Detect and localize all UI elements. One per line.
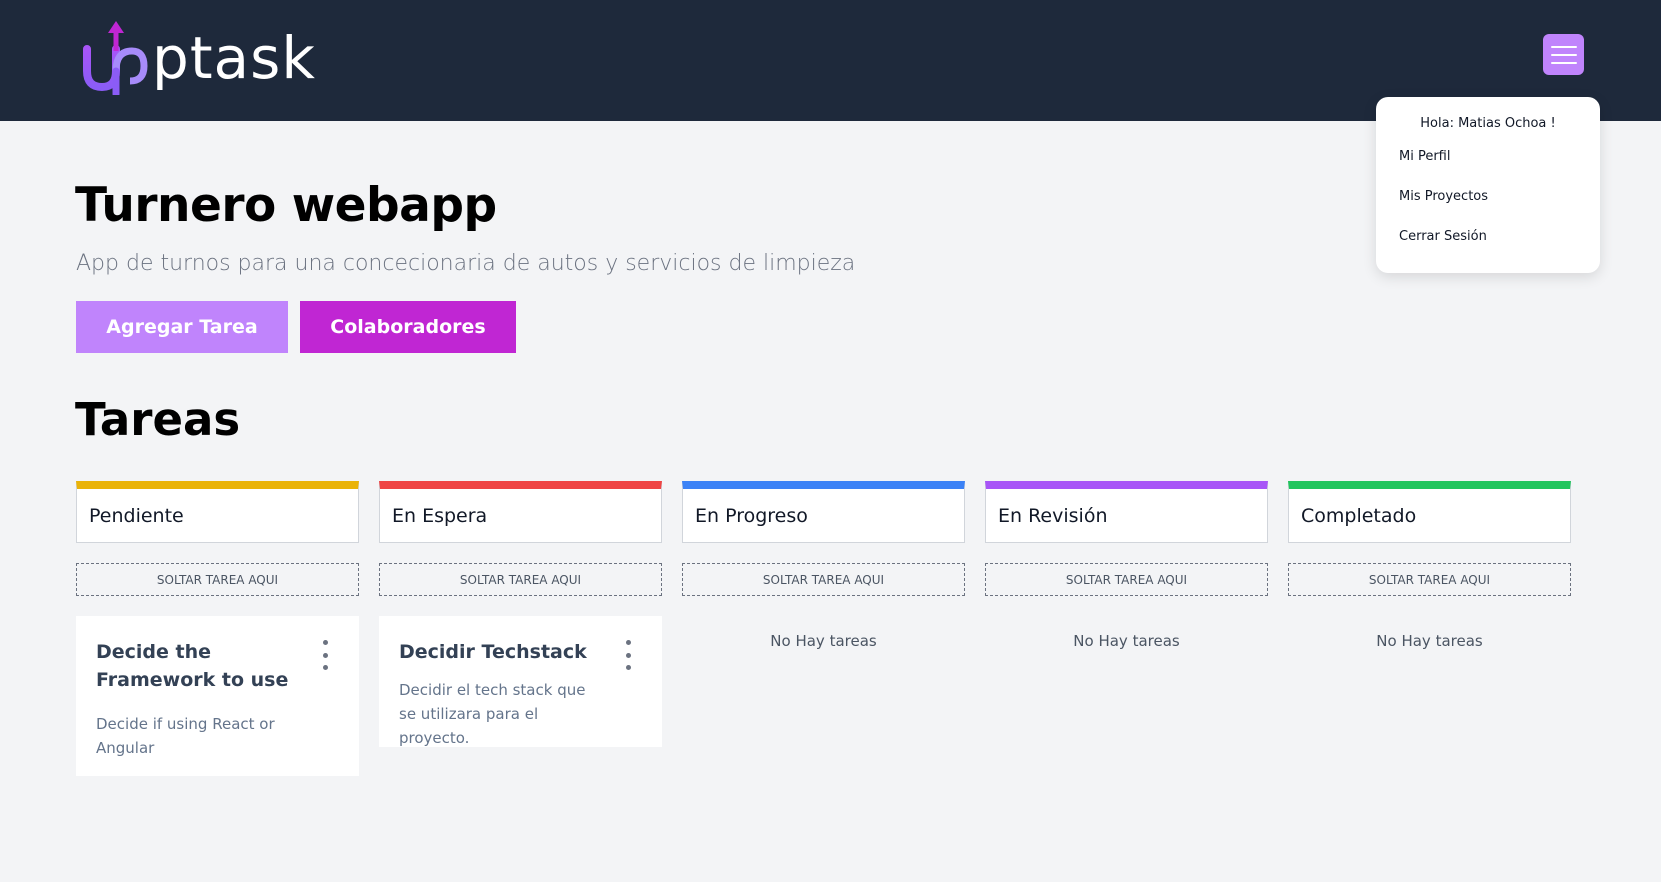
menu-button[interactable] <box>1543 34 1584 75</box>
menu-item-profile[interactable]: Mi Perfil <box>1399 149 1450 164</box>
task-name: Decidir Techstack <box>399 641 587 663</box>
hamburger-icon-line <box>1550 53 1577 56</box>
hamburger-icon-line <box>1550 45 1577 48</box>
task-description: Decidir el tech stack que se utilizara p… <box>399 681 586 747</box>
tasks-heading: Tareas <box>75 393 241 446</box>
uptask-logo[interactable]: ptask <box>82 18 316 98</box>
column-title: En Revisión <box>998 504 1108 527</box>
column-header: En Espera <box>379 481 662 543</box>
column-header: Pendiente <box>76 481 359 543</box>
task-card[interactable]: Decide the Framework to use Decide if us… <box>76 616 359 776</box>
column-header: En Progreso <box>682 481 965 543</box>
drop-zone[interactable]: SOLTAR TAREA AQUI <box>985 563 1268 596</box>
empty-tasks-message: No Hay tareas <box>1376 632 1483 650</box>
menu-item-logout[interactable]: Cerrar Sesión <box>1399 229 1487 244</box>
column-en-progreso: En Progreso SOLTAR TAREA AQUI No Hay tar… <box>682 481 965 650</box>
user-dropdown-menu: Hola: Matias Ochoa ! Mi Perfil Mis Proye… <box>1376 97 1600 273</box>
task-description: Decide if using React or Angular <box>96 715 275 757</box>
menu-item-projects[interactable]: Mis Proyectos <box>1399 189 1488 204</box>
project-description: App de turnos para una concecionaria de … <box>76 251 856 276</box>
column-header: En Revisión <box>985 481 1268 543</box>
project-title: Turnero webapp <box>75 178 497 233</box>
drop-zone[interactable]: SOLTAR TAREA AQUI <box>76 563 359 596</box>
column-title: En Espera <box>392 504 488 527</box>
column-title: Pendiente <box>89 504 184 527</box>
task-card[interactable]: Decidir Techstack Decidir el tech stack … <box>379 616 662 747</box>
column-pendiente: Pendiente SOLTAR TAREA AQUI Decide the F… <box>76 481 359 776</box>
column-en-revision: En Revisión SOLTAR TAREA AQUI No Hay tar… <box>985 481 1268 650</box>
user-greeting: Hola: Matias Ochoa ! <box>1420 116 1556 131</box>
empty-tasks-message: No Hay tareas <box>770 632 877 650</box>
empty-tasks-message: No Hay tareas <box>1073 632 1180 650</box>
column-header: Completado <box>1288 481 1571 543</box>
column-title: Completado <box>1301 504 1417 527</box>
drop-zone[interactable]: SOLTAR TAREA AQUI <box>682 563 965 596</box>
drop-zone[interactable]: SOLTAR TAREA AQUI <box>379 563 662 596</box>
column-completado: Completado SOLTAR TAREA AQUI No Hay tare… <box>1288 481 1571 650</box>
collaborators-button[interactable]: Colaboradores <box>300 301 516 353</box>
task-name: Decide the Framework to use <box>96 641 289 691</box>
hamburger-icon-line <box>1550 61 1577 64</box>
drop-zone[interactable]: SOLTAR TAREA AQUI <box>1288 563 1571 596</box>
column-title: En Progreso <box>695 504 808 527</box>
column-en-espera: En Espera SOLTAR TAREA AQUI Decidir Tech… <box>379 481 662 747</box>
more-options-icon[interactable] <box>622 640 634 670</box>
add-task-button[interactable]: Agregar Tarea <box>76 301 288 353</box>
logo-up-arrow-icon <box>83 21 148 95</box>
more-options-icon[interactable] <box>319 640 331 670</box>
logo-text: ptask <box>152 24 316 92</box>
